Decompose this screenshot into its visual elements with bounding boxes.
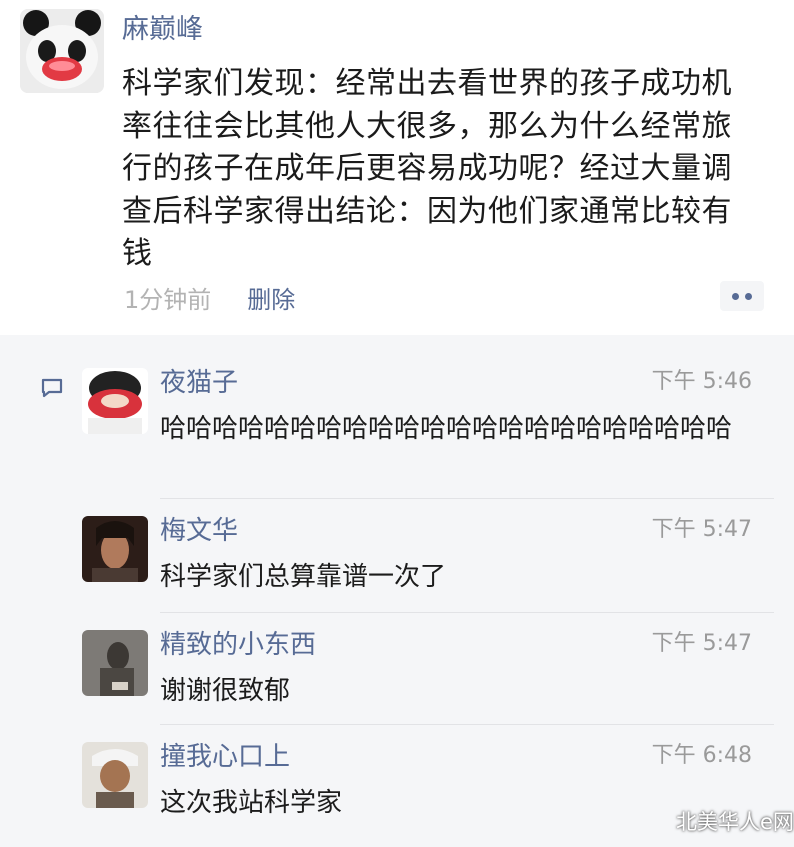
more-actions-button[interactable]: [720, 281, 764, 311]
commenter-avatar[interactable]: [82, 630, 148, 696]
delete-link[interactable]: 删除: [247, 280, 295, 315]
comment-item[interactable]: 精致的小东西 下午 5:47 谢谢很致郁: [82, 630, 774, 720]
post-meta: 1分钟前 删除: [124, 280, 295, 314]
comment-time: 下午 5:47: [651, 517, 752, 542]
comment-item[interactable]: 撞我心口上 下午 6:48 这次我站科学家: [82, 742, 774, 832]
portrait-avatar-icon: [82, 516, 148, 582]
commenter-name[interactable]: 撞我心口上: [160, 740, 290, 774]
divider: [160, 612, 774, 613]
site-watermark: 北美华人e网: [676, 810, 794, 834]
comment-time: 下午 5:46: [651, 369, 752, 394]
post-text: 科学家们发现：经常出去看世界的孩子成功机率往往会比其他人大很多，那么为什么经常旅…: [122, 66, 732, 271]
post-timestamp: 1分钟前: [124, 285, 212, 314]
comment-text: 哈哈哈哈哈哈哈哈哈哈哈哈哈哈哈哈哈哈哈哈哈哈: [160, 414, 733, 444]
commenter-avatar[interactable]: [82, 516, 148, 582]
dot-icon: [732, 292, 739, 300]
commenter-name[interactable]: 梅文华: [160, 514, 238, 548]
post-author-name[interactable]: 麻巅峰: [122, 12, 203, 48]
comment-text: 科学家们总算靠谱一次了: [160, 562, 447, 592]
comment-item[interactable]: 梅文华 下午 5:47 科学家们总算靠谱一次了: [82, 516, 774, 606]
dot-icon: [745, 292, 752, 300]
comment-bubble-icon: [41, 378, 63, 398]
character-avatar-icon: [82, 742, 148, 808]
post-author-avatar[interactable]: [20, 9, 104, 93]
comment-time: 下午 5:47: [651, 631, 752, 656]
cartoon-avatar-icon: [82, 368, 148, 434]
commenter-avatar[interactable]: [82, 368, 148, 434]
panda-face-icon: [20, 9, 104, 93]
divider: [160, 498, 774, 499]
comment-item[interactable]: 夜猫子 下午 5:46 哈哈哈哈哈哈哈哈哈哈哈哈哈哈哈哈哈哈哈哈哈哈: [82, 368, 774, 480]
figure-avatar-icon: [82, 630, 148, 696]
commenter-avatar[interactable]: [82, 742, 148, 808]
comment-text: 这次我站科学家: [160, 788, 343, 818]
divider: [160, 724, 774, 725]
commenter-name[interactable]: 夜猫子: [160, 366, 238, 400]
comment-time: 下午 6:48: [651, 743, 752, 768]
commenter-name[interactable]: 精致的小东西: [160, 628, 316, 662]
comment-text: 谢谢很致郁: [160, 676, 291, 706]
